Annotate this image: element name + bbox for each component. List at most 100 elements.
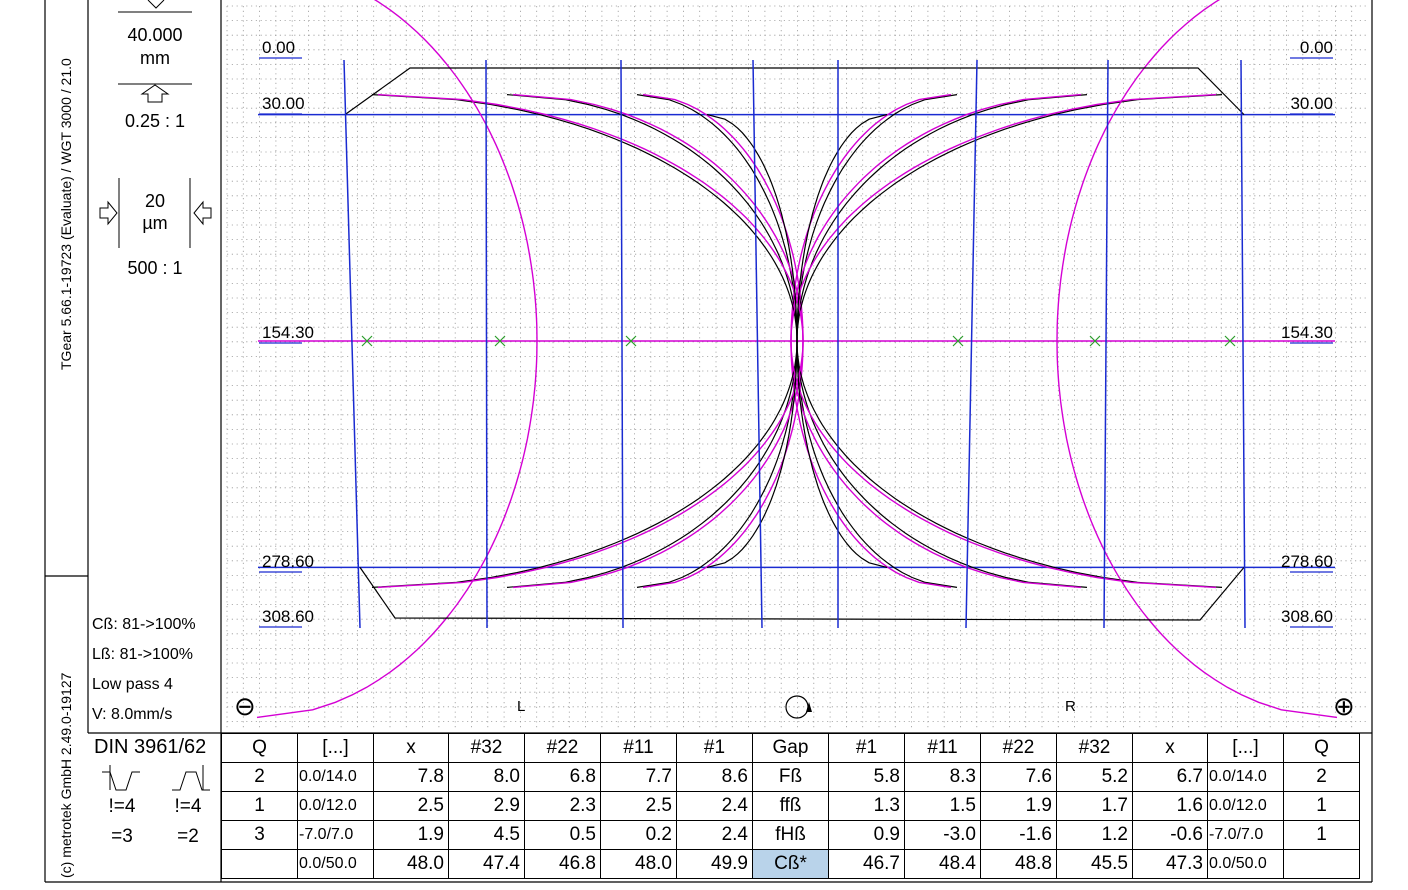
bottom-envelope (359, 566, 1245, 621)
table-cell: 3 (221, 820, 298, 850)
table-cell: 2.4 (676, 820, 753, 850)
table-cell: 5.2 (1056, 762, 1133, 792)
table-cell: 0.9 (828, 820, 905, 850)
table-header-cell: #22 (524, 733, 601, 763)
table-cell: 1.7 (1056, 791, 1133, 821)
table-header-cell: Q (221, 733, 298, 763)
table-cell: 0.5 (524, 820, 601, 850)
table-cell: 48.0 (600, 849, 677, 879)
table-cell: 47.3 (1132, 849, 1208, 879)
table-cell: 1 (221, 791, 298, 821)
table-row: 2 0.0/14.0 7.8 8.0 6.8 7.7 8.6 Fß 5.8 8.3 7.6 5.2 6.… (221, 762, 1360, 792)
table-cell: ffß (752, 791, 829, 821)
row-label-left: 278.60 (262, 552, 314, 571)
right-flank-label: R (1065, 698, 1076, 715)
table-header-cell: [...] (1207, 733, 1284, 763)
table-cell: 7.7 (600, 762, 677, 792)
table-header-cell: Gap (752, 733, 829, 763)
top-envelope (344, 67, 1245, 116)
table-cell: 1.2 (1056, 820, 1133, 850)
table-cell: -7.0/7.0 (1207, 820, 1284, 850)
row-label-right: 154.30 (1281, 323, 1333, 342)
table-cell: -3.0 (904, 820, 981, 850)
table-cell: 48.8 (980, 849, 1057, 879)
table-cell: 0.0/14.0 (297, 762, 374, 792)
table-cell: 2.9 (448, 791, 525, 821)
row-label-right: 308.60 (1281, 607, 1333, 626)
table-cell: 45.5 (1056, 849, 1133, 879)
table-cell: 5.8 (828, 762, 905, 792)
table-row: 0.0/50.0 48.0 47.4 46.8 48.0 49.9 Cß* 46.7 48.4 4… (221, 849, 1360, 879)
table-cell: -0.6 (1132, 820, 1208, 850)
table-cell: 1.3 (828, 791, 905, 821)
limit-line-6 (1103, 59, 1109, 629)
left-flank-label: L (517, 698, 526, 715)
row-label-right: 278.60 (1281, 552, 1333, 571)
table-header-cell: #22 (980, 733, 1057, 763)
table-cell: 1.5 (904, 791, 981, 821)
table-header-cell: #11 (600, 733, 677, 763)
table-cell: 8.6 (676, 762, 753, 792)
table-cell: 0.0/50.0 (297, 849, 374, 879)
table-cell: 8.3 (904, 762, 981, 792)
table-cell: 1 (1283, 820, 1360, 850)
table-header-row: Q [...] x #32 #22 #11 #1 Gap #1 #11 #22 #32 x [...] Q (221, 733, 1360, 763)
table-header-cell: Q (1283, 733, 1360, 763)
limit-lines (343, 59, 1246, 629)
table-cell: Cß* (752, 849, 829, 879)
row-label-left: 0.00 (262, 38, 296, 57)
table-header-cell: #1 (828, 733, 905, 763)
table-cell (1283, 849, 1360, 879)
table-cell: 2.3 (524, 791, 601, 821)
table-cell: 0.0/14.0 (1207, 762, 1284, 792)
limit-line-1 (485, 59, 488, 629)
zoom-out-icon[interactable]: ⊖ (234, 693, 256, 719)
table-header-cell: #11 (904, 733, 981, 763)
limit-line-3 (752, 59, 763, 629)
cursor-icon[interactable] (784, 694, 814, 720)
table-cell: fHß (752, 820, 829, 850)
table-row: 1 0.0/12.0 2.5 2.9 2.3 2.5 2.4 ffß 1.3 1.5 1.9 1.7 1… (221, 791, 1360, 821)
table-cell: -1.6 (980, 820, 1057, 850)
table-header-cell: #1 (676, 733, 753, 763)
row-label-left: 308.60 (262, 607, 314, 626)
table-cell (221, 849, 298, 879)
table-cell: 1.9 (980, 791, 1057, 821)
table-cell: 2 (1283, 762, 1360, 792)
results-table: Q [...] x #32 #22 #11 #1 Gap #1 #11 #22 #32 x [...] Q 2… (221, 733, 1360, 879)
table-cell: 0.0/12.0 (1207, 791, 1284, 821)
table-cell: Fß (752, 762, 829, 792)
table-cell: 1 (1283, 791, 1360, 821)
table-header-cell: #32 (448, 733, 525, 763)
table-cell: 1.9 (373, 820, 449, 850)
table-header-cell: x (1132, 733, 1208, 763)
table-cell: 47.4 (448, 849, 525, 879)
curves (256, 0, 1338, 719)
table-header-cell: [...] (297, 733, 374, 763)
row-label-left: 154.30 (262, 323, 314, 342)
limit-line-7 (1240, 59, 1246, 629)
row-label-right: 0.00 (1299, 38, 1333, 57)
row-label-left: 30.00 (262, 94, 305, 113)
table-cell: 2.4 (676, 791, 753, 821)
table-cell: -7.0/7.0 (297, 820, 374, 850)
table-cell: 8.0 (448, 762, 525, 792)
table-cell: 0.0/12.0 (297, 791, 374, 821)
table-cell: 4.5 (448, 820, 525, 850)
table-cell: 48.0 (373, 849, 449, 879)
row-label-right: 30.00 (1290, 94, 1333, 113)
table-cell: 46.8 (524, 849, 601, 879)
zoom-in-icon[interactable]: ⊕ (1333, 693, 1355, 719)
table-cell: 7.6 (980, 762, 1057, 792)
table-cell: 0.0/50.0 (1207, 849, 1284, 879)
table-cell: 48.4 (904, 849, 981, 879)
table-cell: 1.6 (1132, 791, 1208, 821)
table-cell: 49.9 (676, 849, 753, 879)
table-cell: 46.7 (828, 849, 905, 879)
table-cell: 2 (221, 762, 298, 792)
table-header-cell: #32 (1056, 733, 1133, 763)
table-cell: 6.8 (524, 762, 601, 792)
table-row: 3 -7.0/7.0 1.9 4.5 0.5 0.2 2.4 fHß 0.9 -3.0 -1.6 1.… (221, 820, 1360, 850)
table-cell: 2.5 (600, 791, 677, 821)
table-cell: 2.5 (373, 791, 449, 821)
